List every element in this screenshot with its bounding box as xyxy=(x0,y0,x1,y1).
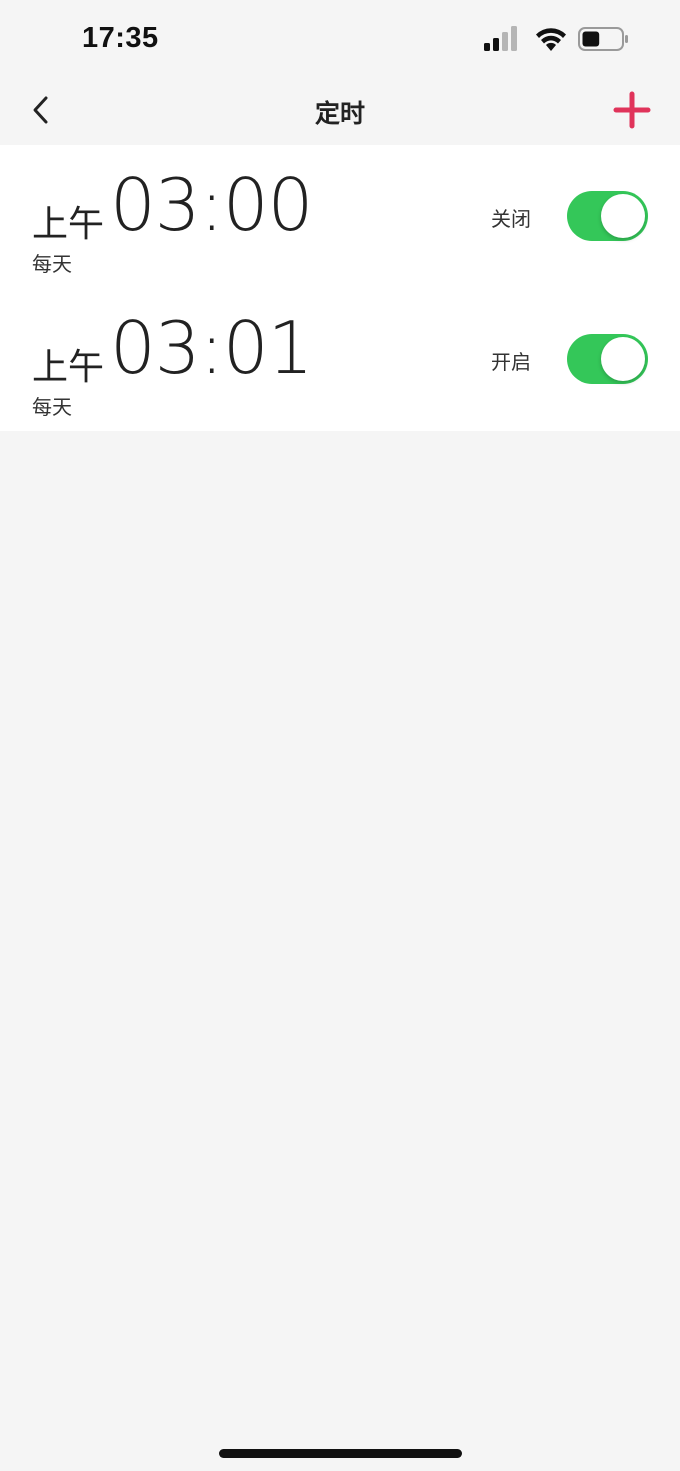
toggle-knob xyxy=(601,337,645,381)
timer-row[interactable]: 上午 03:01 每天 开启 xyxy=(0,288,680,431)
timer-repeat: 每天 xyxy=(32,252,72,276)
battery-icon xyxy=(578,27,628,51)
timer-status-label: 开启 xyxy=(491,350,531,374)
status-bar: 17:35 xyxy=(0,0,680,80)
plus-icon xyxy=(613,91,651,129)
timer-period: 上午 xyxy=(32,204,105,245)
toggle-knob xyxy=(601,194,645,238)
timer-row[interactable]: 上午 03:00 每天 关闭 xyxy=(0,145,680,288)
add-timer-button[interactable] xyxy=(612,90,652,130)
timer-time: 03:00 xyxy=(110,163,313,247)
timer-time: 03:01 xyxy=(110,306,313,390)
timer-period: 上午 xyxy=(32,347,105,388)
timer-toggle[interactable] xyxy=(567,191,648,241)
home-indicator xyxy=(219,1449,462,1458)
status-time: 17:35 xyxy=(82,22,159,54)
cellular-signal-icon xyxy=(484,26,517,51)
timer-toggle[interactable] xyxy=(567,334,648,384)
wifi-icon xyxy=(536,28,566,51)
timer-repeat: 每天 xyxy=(32,395,72,419)
page-title: 定时 xyxy=(314,99,365,128)
timer-status-label: 关闭 xyxy=(491,207,531,231)
timer-list: 上午 03:00 每天 关闭 上午 03:01 每天 开启 xyxy=(0,145,680,431)
nav-bar: 定时 xyxy=(0,76,680,144)
